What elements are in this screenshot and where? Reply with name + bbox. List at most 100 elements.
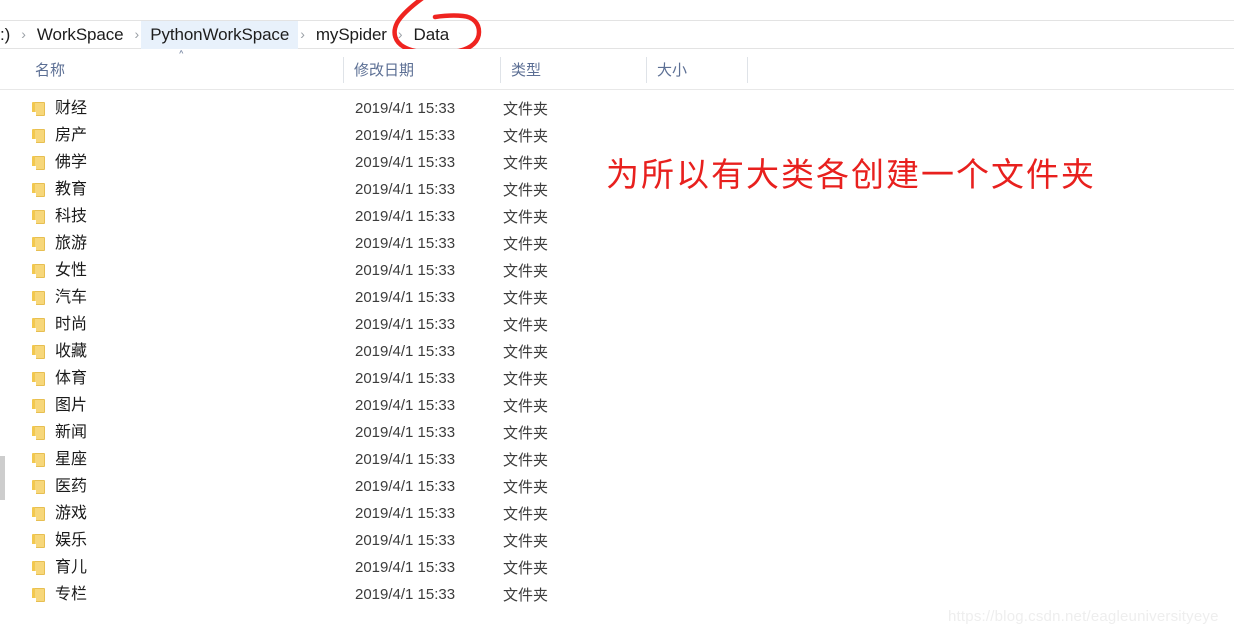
watermark: https://blog.csdn.net/eagleuniversityeye [948,608,1219,625]
cell-name[interactable]: 星座 [32,450,87,470]
breadcrumb-item-4[interactable]: Data [405,21,459,49]
folder-name-label: 收藏 [55,342,88,360]
cell-date-modified: 2019/4/1 15:33 [355,451,456,468]
breadcrumb-item-2[interactable]: PythonWorkSpace [141,20,299,49]
cell-name[interactable]: 科技 [32,207,87,227]
breadcrumb-item-0[interactable]: :) [0,21,19,49]
folder-icon [32,209,45,224]
folder-name-label: 佛学 [55,153,88,171]
table-row[interactable]: 图片 2019/4/1 15:33 文件夹 [0,392,1234,419]
table-row[interactable]: 时尚 2019/4/1 15:33 文件夹 [0,311,1234,338]
cell-type: 文件夹 [503,344,549,361]
cell-date-modified: 2019/4/1 15:33 [355,127,456,144]
scrollbar-thumb[interactable] [0,456,5,500]
folder-name-label: 体育 [55,369,88,387]
table-row[interactable]: 房产 2019/4/1 15:33 文件夹 [0,122,1234,149]
folder-name-label: 医药 [55,477,88,495]
sort-ascending-icon[interactable]: ˄ [178,51,185,64]
cell-date-modified: 2019/4/1 15:33 [355,181,456,198]
cell-type: 文件夹 [503,101,549,118]
table-row[interactable]: 星座 2019/4/1 15:33 文件夹 [0,446,1234,473]
table-row[interactable]: 体育 2019/4/1 15:33 文件夹 [0,365,1234,392]
breadcrumb-item-1[interactable]: WorkSpace [28,21,133,49]
cell-name[interactable]: 体育 [32,369,87,389]
folder-icon [32,452,45,467]
cell-name[interactable]: 新闻 [32,423,87,443]
cell-name[interactable]: 教育 [32,180,87,200]
cell-name[interactable]: 游戏 [32,504,87,524]
cell-type: 文件夹 [503,209,549,226]
table-row[interactable]: 女性 2019/4/1 15:33 文件夹 [0,257,1234,284]
cell-name[interactable]: 收藏 [32,342,87,362]
cell-date-modified: 2019/4/1 15:33 [355,478,456,495]
cell-type: 文件夹 [503,533,549,550]
column-divider-3[interactable] [747,57,748,83]
column-header-size[interactable]: 大小 [646,49,747,90]
table-row[interactable]: 游戏 2019/4/1 15:33 文件夹 [0,500,1234,527]
column-header-row[interactable]: 名称 修改日期 类型 大小 [0,49,1234,90]
cell-type: 文件夹 [503,155,549,172]
folder-name-label: 女性 [55,261,88,279]
column-divider-2[interactable] [646,57,647,83]
folder-icon [32,236,45,251]
cell-type: 文件夹 [503,398,549,415]
folder-icon [32,344,45,359]
cell-name[interactable]: 育儿 [32,558,87,578]
column-header-type[interactable]: 类型 [500,49,646,90]
cell-date-modified: 2019/4/1 15:33 [355,154,456,171]
table-row[interactable]: 医药 2019/4/1 15:33 文件夹 [0,473,1234,500]
breadcrumb-separator-icon: › [21,26,26,42]
cell-name[interactable]: 专栏 [32,585,87,605]
column-header-label-name: 名称 [35,62,66,79]
folder-name-label: 游戏 [55,504,88,522]
table-row[interactable]: 育儿 2019/4/1 15:33 文件夹 [0,554,1234,581]
folder-icon [32,398,45,413]
folder-icon [32,128,45,143]
cell-date-modified: 2019/4/1 15:33 [355,289,456,306]
folder-icon [32,533,45,548]
cell-name[interactable]: 医药 [32,477,87,497]
breadcrumb-separator-icon: › [300,26,305,42]
cell-name[interactable]: 旅游 [32,234,87,254]
table-row[interactable]: 新闻 2019/4/1 15:33 文件夹 [0,419,1234,446]
folder-name-label: 时尚 [55,315,88,333]
table-row[interactable]: 财经 2019/4/1 15:33 文件夹 [0,95,1234,122]
folder-icon [32,560,45,575]
breadcrumb-item-3[interactable]: mySpider [307,21,396,49]
column-header-date[interactable]: 修改日期 [343,49,500,90]
table-row[interactable]: 旅游 2019/4/1 15:33 文件夹 [0,230,1234,257]
cell-date-modified: 2019/4/1 15:33 [355,100,456,117]
column-divider-1[interactable] [500,57,501,83]
folder-name-label: 旅游 [55,234,88,252]
cell-type: 文件夹 [503,560,549,577]
cell-name[interactable]: 图片 [32,396,87,416]
cell-name[interactable]: 佛学 [32,153,87,173]
cell-name[interactable]: 娱乐 [32,531,87,551]
folder-icon [32,425,45,440]
table-row[interactable]: 收藏 2019/4/1 15:33 文件夹 [0,338,1234,365]
cell-type: 文件夹 [503,236,549,253]
table-row[interactable]: 专栏 2019/4/1 15:33 文件夹 [0,581,1234,608]
breadcrumb[interactable]: :) › WorkSpace › PythonWorkSpace › mySpider › Da… [0,20,1234,49]
column-header-label-size: 大小 [657,62,688,79]
cell-name[interactable]: 女性 [32,261,87,281]
table-row[interactable]: 科技 2019/4/1 15:33 文件夹 [0,203,1234,230]
cell-date-modified: 2019/4/1 15:33 [355,262,456,279]
cell-name[interactable]: 时尚 [32,315,87,335]
cell-name[interactable]: 房产 [32,126,87,146]
cell-name[interactable]: 财经 [32,99,87,119]
cell-date-modified: 2019/4/1 15:33 [355,424,456,441]
cell-type: 文件夹 [503,317,549,334]
cell-date-modified: 2019/4/1 15:33 [355,397,456,414]
folder-name-label: 财经 [55,99,88,117]
cell-name[interactable]: 汽车 [32,288,87,308]
folder-icon [32,101,45,116]
column-divider-0[interactable] [343,57,344,83]
column-header-label-date: 修改日期 [354,62,415,79]
table-row[interactable]: 汽车 2019/4/1 15:33 文件夹 [0,284,1234,311]
cell-type: 文件夹 [503,290,549,307]
folder-name-label: 图片 [55,396,88,414]
folder-name-label: 育儿 [55,558,88,576]
breadcrumb-separator-icon: › [134,26,140,42]
table-row[interactable]: 娱乐 2019/4/1 15:33 文件夹 [0,527,1234,554]
